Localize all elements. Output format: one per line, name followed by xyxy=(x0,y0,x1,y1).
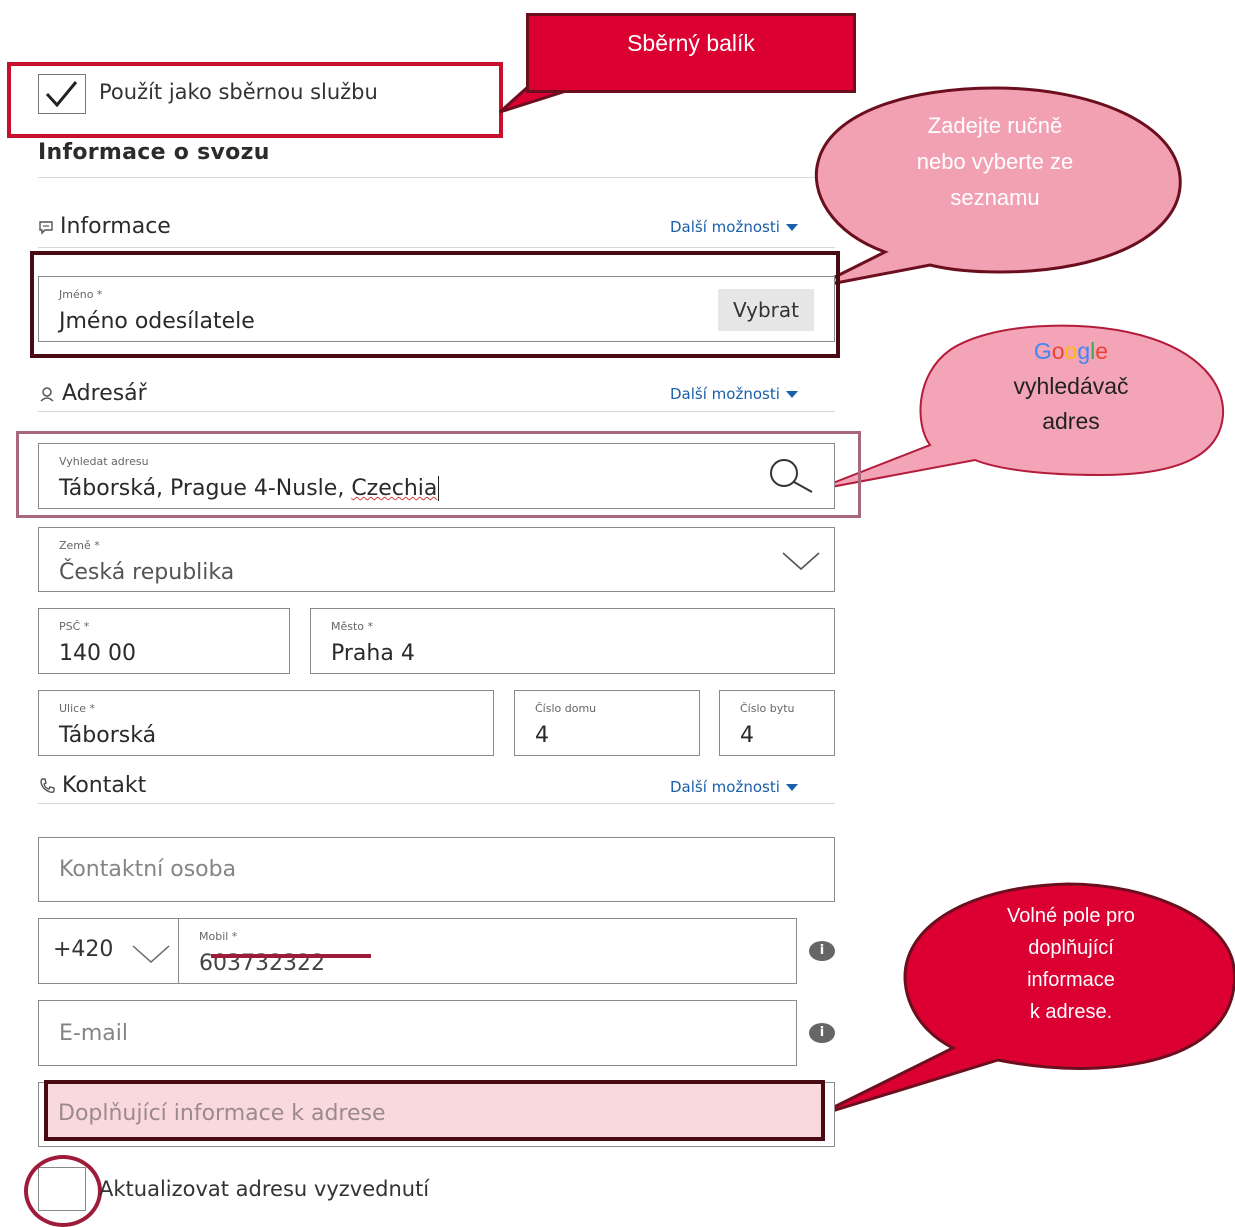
section-divider xyxy=(38,177,835,178)
address-subsection-title: Adresář xyxy=(38,381,147,406)
chevron-down-icon xyxy=(785,223,798,231)
callout-collect-parcel-text: Sběrný balík xyxy=(627,30,755,56)
city-field[interactable]: Město * Praha 4 xyxy=(310,608,835,674)
google-logo: Google xyxy=(1033,338,1109,364)
street-field[interactable]: Ulice * Táborská xyxy=(38,690,494,756)
email-input[interactable]: E-mail xyxy=(38,1000,797,1066)
additional-info-input[interactable]: Doplňující informace k adrese xyxy=(44,1080,825,1141)
zip-field[interactable]: PSČ * 140 00 xyxy=(38,608,290,674)
house-number-field[interactable]: Číslo domu 4 xyxy=(514,690,700,756)
info-more-options[interactable]: Další možnosti xyxy=(670,218,798,236)
phone-prefix-select[interactable]: +420 xyxy=(38,918,179,984)
chevron-down-icon xyxy=(132,945,170,964)
collect-service-label: Použít jako sběrnou službu xyxy=(99,80,378,104)
callout-manual-text: Zadejte ručně nebo vyberte ze seznamu xyxy=(916,113,1074,210)
pickup-section-title: Informace o svozu xyxy=(38,140,270,165)
address-divider xyxy=(38,411,835,412)
mobile-input[interactable]: Mobil * 603732322 xyxy=(178,918,797,984)
sender-name-field[interactable]: Jméno * Jméno odesílatele Vybrat xyxy=(38,276,835,342)
address-more-options[interactable]: Další možnosti xyxy=(670,385,798,403)
contact-subsection-title: Kontakt xyxy=(38,773,146,798)
search-icon[interactable] xyxy=(766,456,818,496)
chevron-down-icon xyxy=(785,783,798,791)
country-select[interactable]: Země * Česká republika xyxy=(38,527,835,592)
callout-collect-parcel: Sběrný balík xyxy=(526,13,856,93)
info-divider xyxy=(38,247,835,248)
chevron-down-icon xyxy=(785,390,798,398)
callout-google-text: Google vyhledávač adres xyxy=(960,334,1182,439)
flat-number-field[interactable]: Číslo bytu 4 xyxy=(719,690,835,756)
contact-more-options[interactable]: Další možnosti xyxy=(670,778,798,796)
chevron-down-icon xyxy=(782,552,820,571)
address-search-input[interactable]: Vyhledat adresu Táborská, Prague 4-Nusle… xyxy=(38,443,835,509)
phone-icon xyxy=(40,777,55,793)
contact-person-input[interactable]: Kontaktní osoba xyxy=(38,837,835,902)
info-subsection-title: Informace xyxy=(38,214,171,239)
mobile-redaction-line xyxy=(211,954,371,958)
contact-divider xyxy=(38,803,835,804)
collect-service-checkbox[interactable] xyxy=(38,74,86,114)
comment-icon xyxy=(39,220,53,235)
update-address-highlight xyxy=(24,1155,102,1227)
update-address-label: Aktualizovat adresu vyzvednutí xyxy=(99,1177,430,1201)
location-pin-icon xyxy=(40,386,54,402)
checkmark-icon xyxy=(45,81,78,108)
callout-free-field-text: Volné pole pro doplňující informace k ad… xyxy=(1007,905,1135,1023)
